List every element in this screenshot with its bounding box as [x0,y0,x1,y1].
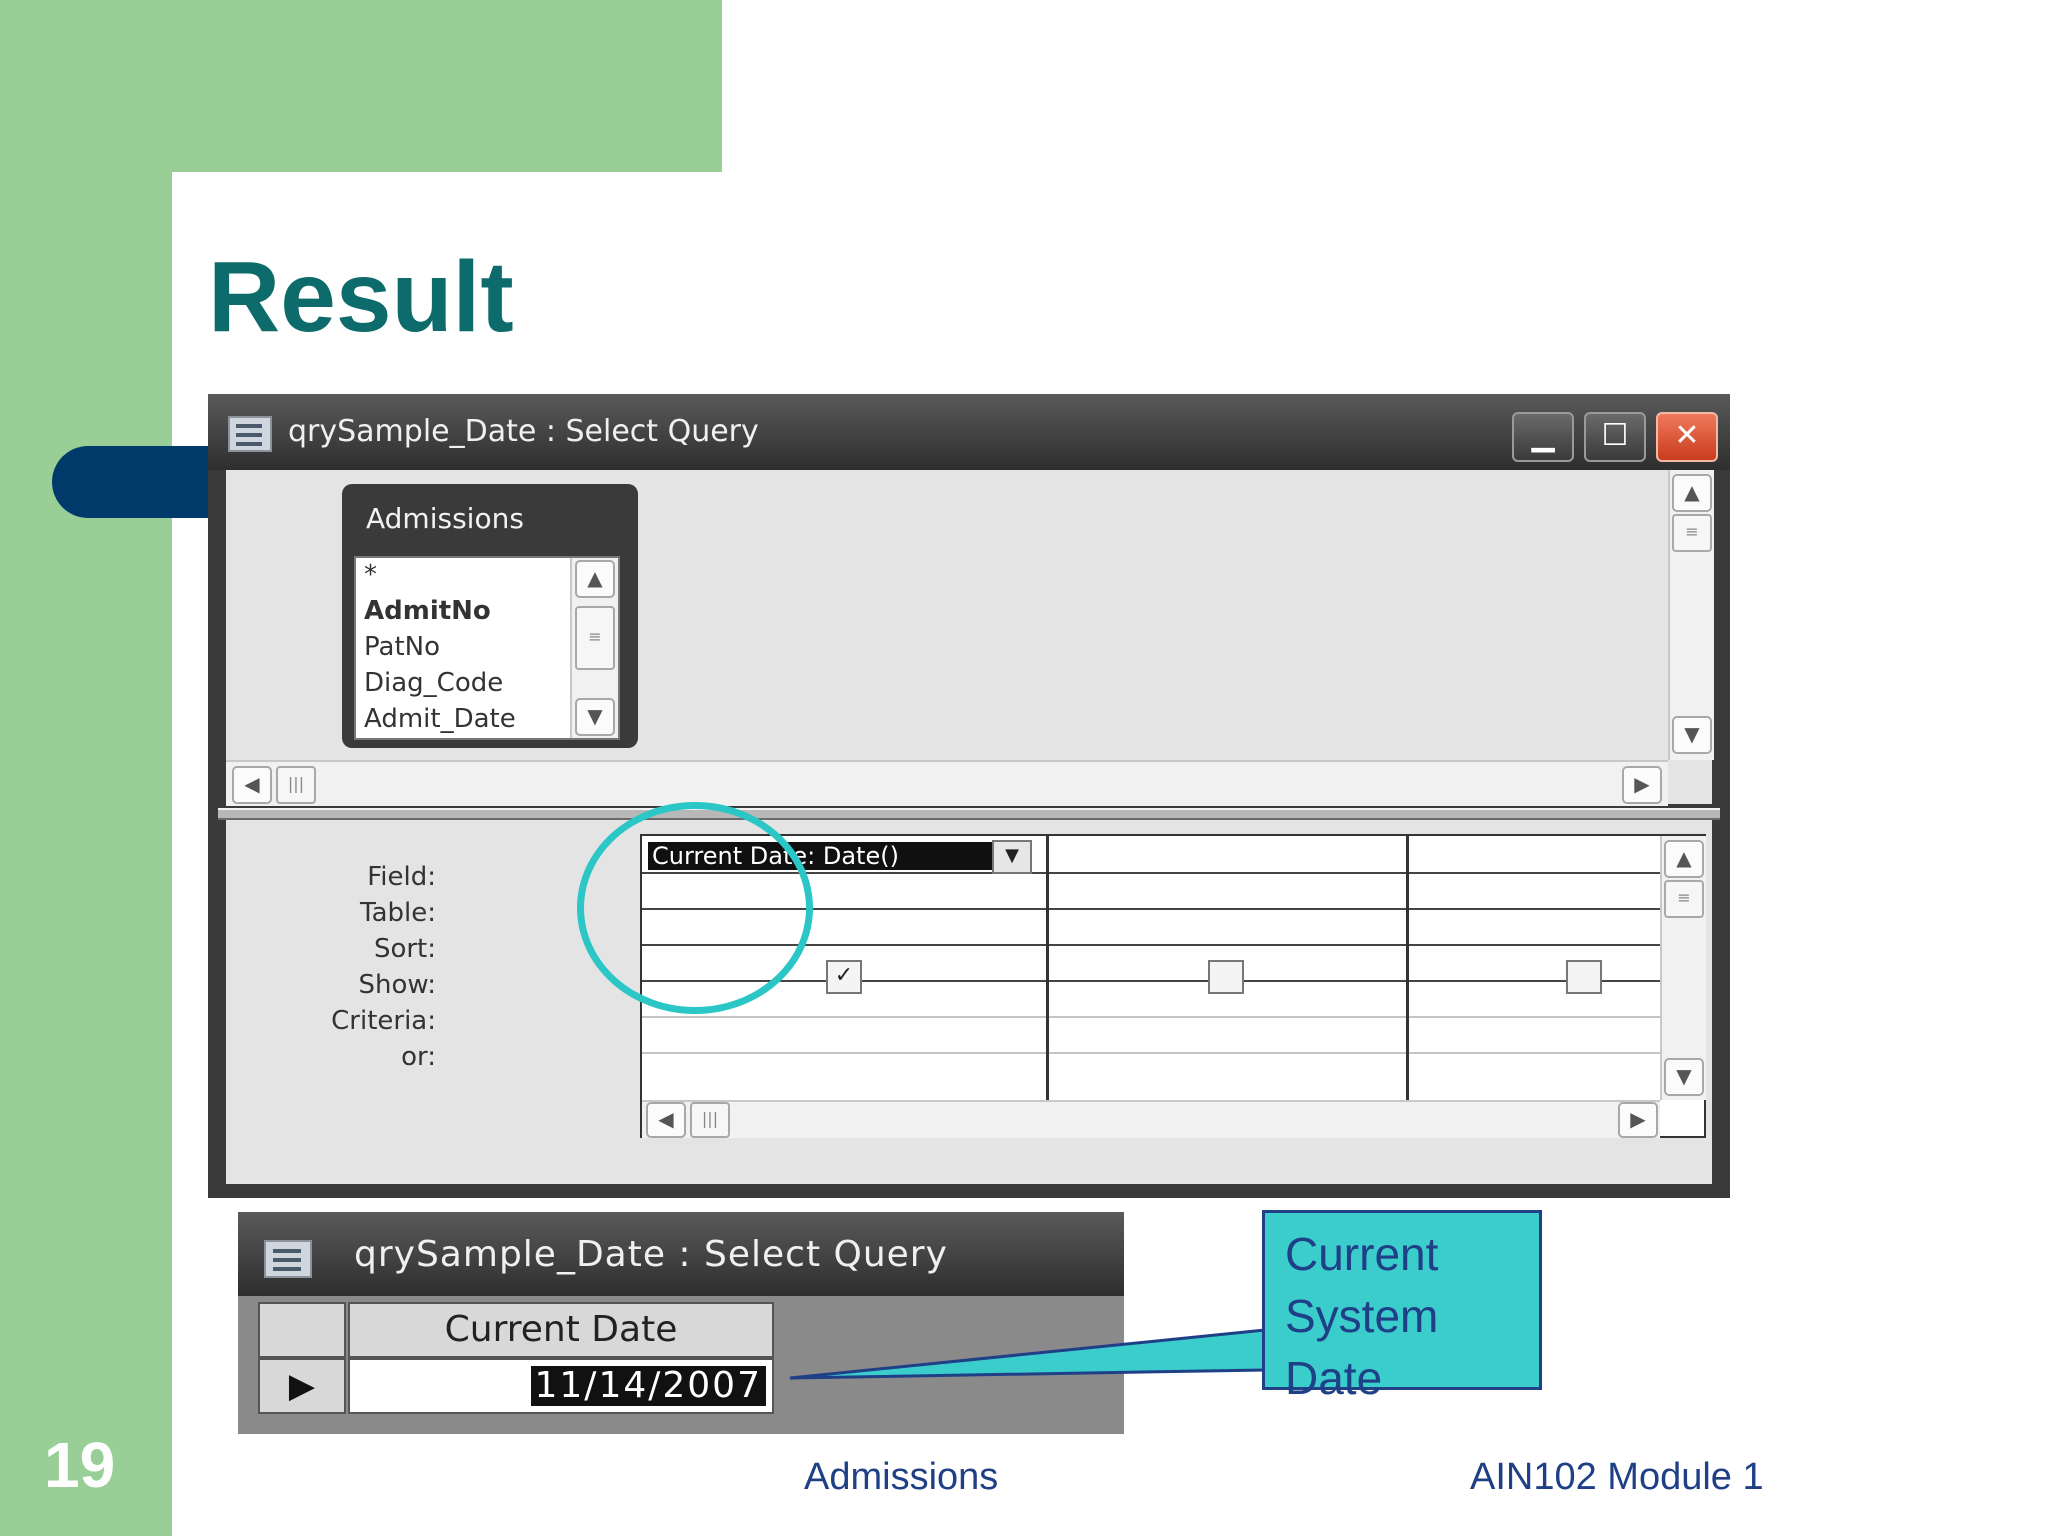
callout-line: System [1285,1290,1439,1342]
callout-pointer [789,1328,1267,1380]
slide-number: 19 [44,1429,116,1501]
callout-box: Current System Date [1262,1210,1542,1404]
callout-line: Date [1285,1352,1383,1404]
footer-right-text: AIN102 Module 1 [1470,1456,1764,1498]
footer-center-text: Admissions [804,1456,999,1498]
callout-line: Current [1285,1228,1439,1280]
